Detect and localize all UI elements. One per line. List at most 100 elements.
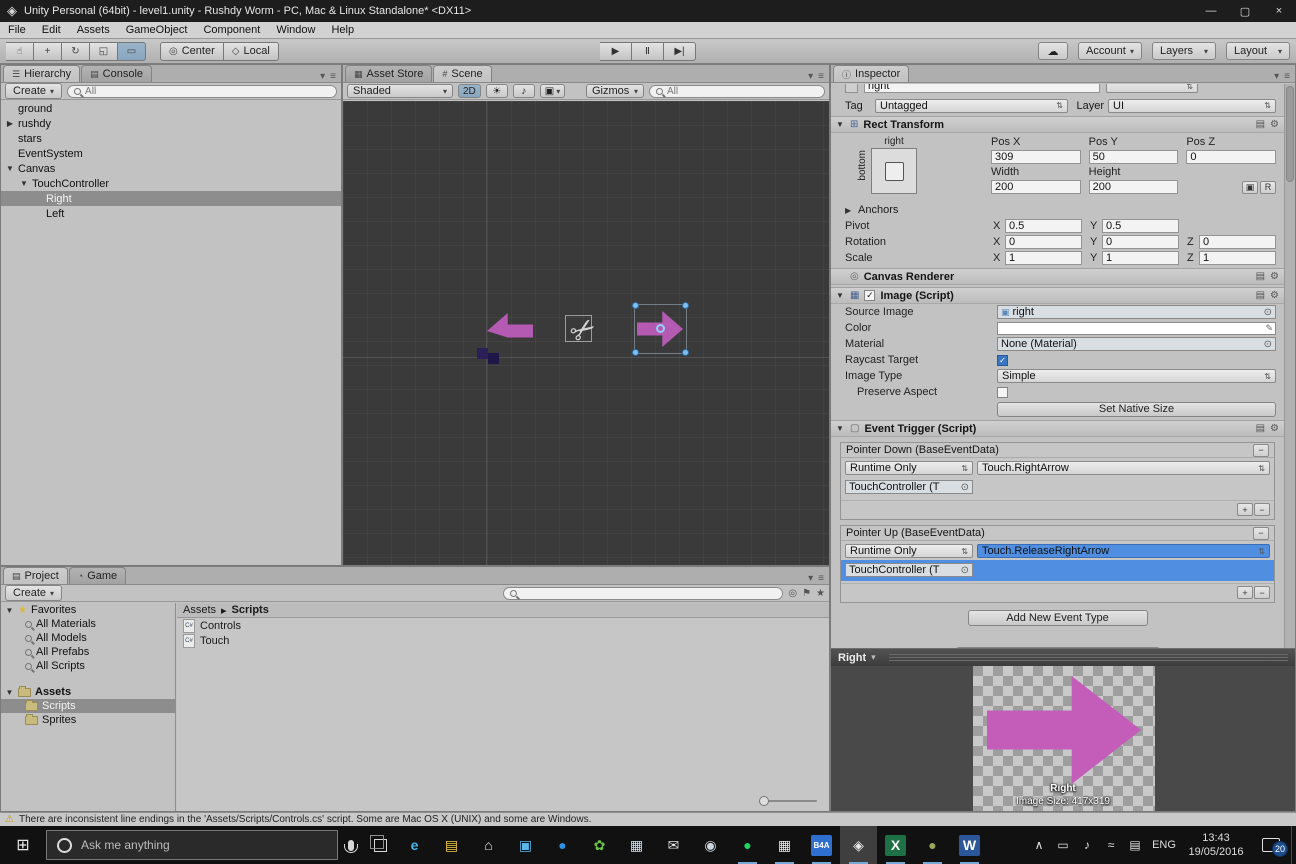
raw-edit-mode-button[interactable]: R [1259,180,1276,194]
keyboard-icon[interactable]: ▤ [1123,838,1147,852]
menu-item[interactable]: Help [323,24,362,36]
tag-dropdown[interactable]: Untagged ⇅ [875,98,1068,113]
cortana-search[interactable] [46,830,338,860]
move-tool-button[interactable]: + [34,41,62,61]
remove-callback-button[interactable]: − [1254,586,1270,599]
hand-tool-button[interactable]: ☝ [6,41,34,61]
favorites-filter-icon[interactable]: ★ [816,588,825,599]
left-arrow-sprite[interactable] [487,313,533,338]
hierarchy-item[interactable]: Right [1,191,341,206]
tab-asset-store[interactable]: ▦ Asset Store [345,65,433,82]
breadcrumb-root[interactable]: Assets [183,604,216,616]
remove-callback-button[interactable]: − [1254,503,1270,516]
add-callback-button[interactable]: + [1237,586,1253,599]
asset-zoom-slider[interactable] [759,796,817,806]
panel-menu-icon[interactable]: ≡ [1284,71,1290,82]
foldout-icon[interactable]: ▼ [836,120,845,129]
ground-tile-sprite[interactable] [488,353,499,364]
favorites-item[interactable]: All Materials [1,617,175,631]
event-trigger-header[interactable]: ▼ ▢ Event Trigger (Script) ▤ ⚙ [831,420,1284,437]
raycast-target-checkbox[interactable] [997,354,1008,366]
favorites-item[interactable]: All Models [1,631,175,645]
gizmos-dropdown[interactable]: Gizmos ▾ [586,84,644,98]
width-field[interactable]: 200 [991,180,1081,194]
project-file[interactable]: C# Controls [177,618,829,633]
b4a-icon[interactable]: B4A [803,826,840,864]
play-button[interactable]: ▶ [600,42,632,61]
pivot-x-field[interactable]: 0.5 [1005,219,1082,233]
menu-item[interactable]: Edit [34,24,69,36]
project-file[interactable]: C# Touch [177,633,829,648]
remove-event-button[interactable]: − [1253,526,1269,540]
chevron-down-icon[interactable]: ▾ [871,652,876,663]
foldout-icon[interactable]: ▼ [5,606,14,615]
account-dropdown[interactable]: Account ▾ [1078,42,1142,60]
reference-icon[interactable]: ▤ [1256,423,1265,434]
panel-menu-icon[interactable]: ≡ [330,71,336,82]
scene-lighting-button[interactable]: ☀ [485,84,508,98]
layer-dropdown[interactable]: UI ⇅ [1108,98,1276,113]
inspector-scrollbar[interactable] [1284,84,1295,648]
file-explorer-icon[interactable]: ▤ [433,826,470,864]
search-by-type-icon[interactable]: ◎ [788,588,797,599]
pivot-handle[interactable] [656,324,665,333]
gear-icon[interactable]: ⚙ [1270,423,1279,434]
menu-item[interactable]: Component [195,24,268,36]
menu-item[interactable]: Window [268,24,323,36]
panel-dropdown-icon[interactable]: ▾ [808,71,813,82]
reference-icon[interactable]: ▤ [1256,271,1265,282]
panel-dropdown-icon[interactable]: ▾ [320,71,325,82]
status-bar[interactable]: ⚠ There are inconsistent line endings in… [0,812,1296,826]
create-button[interactable]: Create ▾ [5,585,63,601]
scene-search-input[interactable]: All [649,84,825,98]
2d-toggle-button[interactable]: 2D [458,84,481,98]
scene-audio-button[interactable]: ♪ [512,84,535,98]
rotation-z-field[interactable]: 0 [1199,235,1276,249]
favorites-root[interactable]: ▼ ★ Favorites [1,603,175,617]
scale-tool-button[interactable]: ◱ [90,41,118,61]
pivot-toggle-button[interactable]: ◎ Center [160,41,224,61]
rotate-tool-button[interactable]: ↻ [62,41,90,61]
color-field[interactable]: ✎ [997,321,1276,335]
hierarchy-item[interactable]: ▶ rushdy [1,116,341,131]
anchor-preset-widget[interactable] [871,148,917,194]
material-field[interactable]: None (Material) ⊙ [997,337,1276,351]
object-picker-icon[interactable]: ⊙ [1264,307,1272,318]
object-picker-icon[interactable]: ⊙ [1264,339,1272,350]
gameobject-name-field[interactable]: right [864,84,1100,93]
photos-icon[interactable]: ▣ [507,826,544,864]
foldout-icon[interactable]: ▼ [836,424,845,433]
right-arrow-selection[interactable] [632,302,689,356]
scrollbar-thumb[interactable] [1286,86,1294,182]
steam-icon[interactable]: ◉ [692,826,729,864]
panel-dropdown-icon[interactable]: ▾ [1274,71,1279,82]
tab-scene[interactable]: # Scene [433,65,492,82]
event-mode-dropdown[interactable]: Runtime Only ⇅ [845,461,973,475]
menu-item[interactable]: Assets [69,24,118,36]
project-folder[interactable]: Sprites [1,713,175,727]
hierarchy-item[interactable]: ▼ TouchController [1,176,341,191]
pivot-y-field[interactable]: 0.5 [1102,219,1179,233]
panel-dropdown-icon[interactable]: ▾ [808,573,813,584]
event-callback-dropdown[interactable]: Touch.ReleaseRightArrow ⇅ [977,544,1270,558]
preview-resize-grip[interactable] [888,654,1288,661]
close-button[interactable]: × [1262,0,1296,22]
foldout-icon[interactable]: ▼ [19,179,29,188]
event-target-field[interactable]: TouchController (T ⊙ [845,563,973,577]
scale-y-field[interactable]: 1 [1102,251,1179,265]
tab-console[interactable]: ▤ Console [81,65,153,82]
gear-icon[interactable]: ⚙ [1270,119,1279,130]
image-component-header[interactable]: ▼ ▦ Image (Script) ▤⚙ [831,287,1284,304]
mail-icon[interactable]: ✉ [655,826,692,864]
minimize-button[interactable]: — [1194,0,1228,22]
unity-icon[interactable]: ◈ [840,826,877,864]
hierarchy-item[interactable]: ▼ Canvas [1,161,341,176]
audio-jack-icon[interactable]: ≈ [1099,838,1123,852]
pos-x-field[interactable]: 309 [991,150,1081,164]
component-enabled-checkbox[interactable] [864,290,876,301]
hierarchy-item[interactable]: EventSystem [1,146,341,161]
hierarchy-item[interactable]: ground [1,101,341,116]
remove-event-button[interactable]: − [1253,443,1269,457]
tab-project[interactable]: ▤ Project [3,567,68,584]
calculator-icon[interactable]: ▦ [618,826,655,864]
